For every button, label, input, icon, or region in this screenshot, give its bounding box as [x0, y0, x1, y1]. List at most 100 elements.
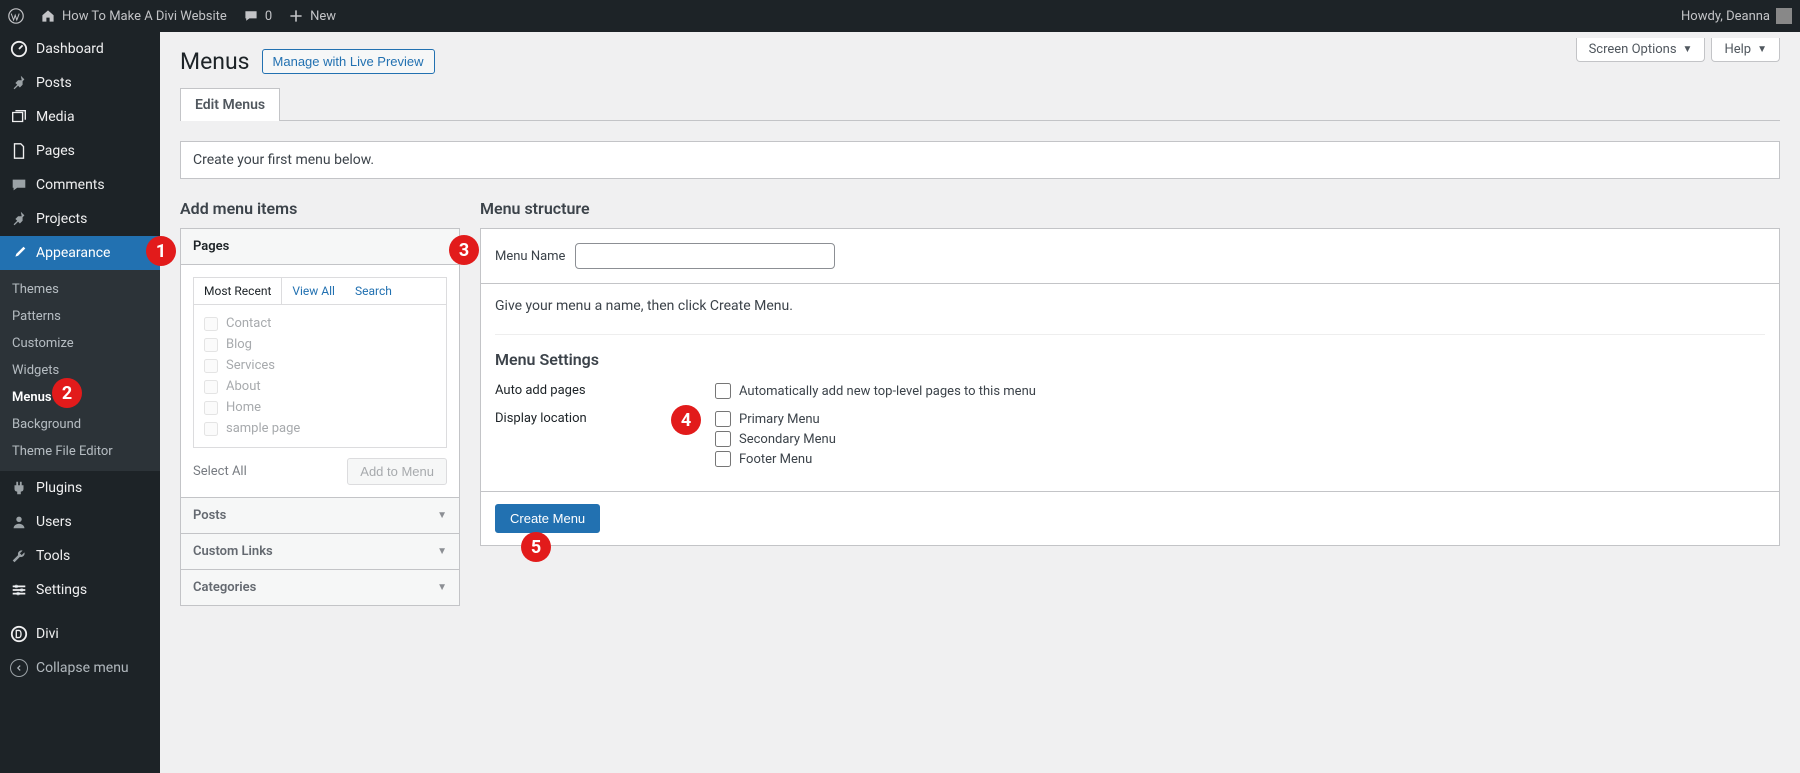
checkbox-label: Footer Menu — [739, 452, 812, 467]
sidebar-item-users[interactable]: Users — [0, 505, 160, 539]
plugin-icon — [10, 479, 28, 497]
plus-icon — [288, 8, 304, 24]
sidebar-item-divi[interactable]: Divi — [0, 617, 160, 651]
add-to-menu-button[interactable]: Add to Menu — [347, 458, 447, 485]
checkbox-label: Primary Menu — [739, 412, 820, 427]
divi-icon — [10, 625, 28, 643]
page-checkbox[interactable] — [204, 317, 218, 331]
page-row: sample page — [204, 418, 436, 439]
page-label: Home — [226, 400, 261, 415]
checkbox-label: Secondary Menu — [739, 432, 836, 447]
panel-pages: Pages Most Recent View All Search Contac… — [180, 228, 460, 498]
tab-view-all[interactable]: View All — [282, 278, 345, 304]
sidebar-item-label: Dashboard — [36, 41, 104, 57]
submenu-customize[interactable]: Customize — [0, 330, 160, 357]
sidebar-item-comments[interactable]: Comments — [0, 168, 160, 202]
auto-add-checkbox[interactable] — [715, 383, 731, 399]
sidebar-item-pages[interactable]: Pages — [0, 134, 160, 168]
chevron-down-icon: ▼ — [437, 510, 447, 521]
select-all-link[interactable]: Select All — [193, 464, 247, 479]
panel-title: Categories — [193, 580, 256, 595]
page-icon — [10, 142, 28, 160]
submenu-menus[interactable]: Menus 2 — [0, 384, 160, 411]
page-label: sample page — [226, 421, 300, 436]
pin-icon — [10, 74, 28, 92]
menu-name-input[interactable] — [575, 243, 835, 269]
panel-title: Posts — [193, 508, 226, 523]
live-preview-button[interactable]: Manage with Live Preview — [262, 49, 435, 74]
tab-most-recent[interactable]: Most Recent — [194, 278, 282, 304]
location-checkbox-secondary[interactable] — [715, 431, 731, 447]
tab-edit-menus[interactable]: Edit Menus — [180, 88, 280, 121]
page-title: Menus — [180, 48, 250, 75]
home-icon — [40, 8, 56, 24]
sidebar-item-label: Media — [36, 109, 75, 125]
panel-categories: Categories ▼ — [180, 570, 460, 606]
nav-tabs: Edit Menus — [180, 87, 1780, 121]
submenu-theme-editor[interactable]: Theme File Editor — [0, 438, 160, 465]
sidebar-item-label: Comments — [36, 177, 105, 193]
annotation-badge-2: 2 — [52, 378, 82, 408]
sidebar-item-tools[interactable]: Tools — [0, 539, 160, 573]
sidebar-item-label: Appearance — [36, 245, 110, 261]
sidebar-item-posts[interactable]: Posts — [0, 66, 160, 100]
submenu-background[interactable]: Background — [0, 411, 160, 438]
wrench-icon — [10, 547, 28, 565]
sidebar-item-label: Plugins — [36, 480, 82, 496]
location-checkbox-primary[interactable] — [715, 411, 731, 427]
panel-pages-toggle[interactable]: Pages — [181, 229, 459, 264]
create-menu-button[interactable]: Create Menu — [495, 504, 600, 533]
sidebar-item-media[interactable]: Media — [0, 100, 160, 134]
sidebar-item-label: Posts — [36, 75, 72, 91]
page-row: About — [204, 376, 436, 397]
chevron-down-icon: ▼ — [1757, 44, 1767, 55]
collapse-menu[interactable]: Collapse menu — [0, 651, 160, 685]
submenu-themes[interactable]: Themes — [0, 276, 160, 303]
sidebar-item-label: Users — [36, 514, 72, 530]
page-checkbox[interactable] — [204, 359, 218, 373]
main-content: Menus Manage with Live Preview Edit Menu… — [160, 32, 1800, 773]
panel-posts-toggle[interactable]: Posts ▼ — [181, 498, 459, 533]
help-label: Help — [1724, 42, 1751, 57]
sidebar-item-settings[interactable]: Settings — [0, 573, 160, 607]
screen-options-tab[interactable]: Screen Options ▼ — [1576, 38, 1706, 62]
add-items-heading: Add menu items — [180, 199, 460, 218]
panel-categories-toggle[interactable]: Categories ▼ — [181, 570, 459, 605]
sidebar-item-projects[interactable]: Projects — [0, 202, 160, 236]
dashboard-icon — [10, 40, 28, 58]
sidebar-item-plugins[interactable]: Plugins — [0, 471, 160, 505]
account-link[interactable]: Howdy, Deanna — [1681, 8, 1792, 24]
annotation-badge-5: 5 — [521, 532, 551, 562]
sidebar-item-label: Settings — [36, 582, 87, 598]
new-link[interactable]: New — [288, 8, 336, 24]
comments-count: 0 — [265, 9, 272, 24]
sidebar-item-dashboard[interactable]: Dashboard — [0, 32, 160, 66]
panel-custom-links-toggle[interactable]: Custom Links ▼ — [181, 534, 459, 569]
page-label: About — [226, 379, 261, 394]
sidebar-item-appearance[interactable]: Appearance 1 — [0, 236, 160, 270]
admin-sidebar: Dashboard Posts Media Pages Comments Pro… — [0, 32, 160, 773]
sidebar-item-label: Pages — [36, 143, 75, 159]
comments-link[interactable]: 0 — [243, 8, 272, 24]
help-tab[interactable]: Help ▼ — [1711, 38, 1780, 62]
submenu-patterns[interactable]: Patterns — [0, 303, 160, 330]
tab-search[interactable]: Search — [345, 278, 402, 304]
page-checkbox[interactable] — [204, 422, 218, 436]
chevron-down-icon: ▼ — [437, 546, 447, 557]
page-checkbox[interactable] — [204, 338, 218, 352]
pin-icon — [10, 210, 28, 228]
site-link[interactable]: How To Make A Divi Website — [40, 8, 227, 24]
brush-icon — [10, 244, 28, 262]
wp-logo[interactable] — [8, 8, 24, 24]
submenu-widgets[interactable]: Widgets — [0, 357, 160, 384]
page-checkbox[interactable] — [204, 380, 218, 394]
collapse-label: Collapse menu — [36, 660, 129, 676]
page-label: Services — [226, 358, 275, 373]
location-checkbox-footer[interactable] — [715, 451, 731, 467]
avatar-icon — [1776, 8, 1792, 24]
page-checkbox[interactable] — [204, 401, 218, 415]
page-row: Services — [204, 355, 436, 376]
wordpress-icon — [8, 8, 24, 24]
howdy-text: Howdy, Deanna — [1681, 9, 1770, 24]
annotation-badge-3: 3 — [449, 235, 479, 265]
